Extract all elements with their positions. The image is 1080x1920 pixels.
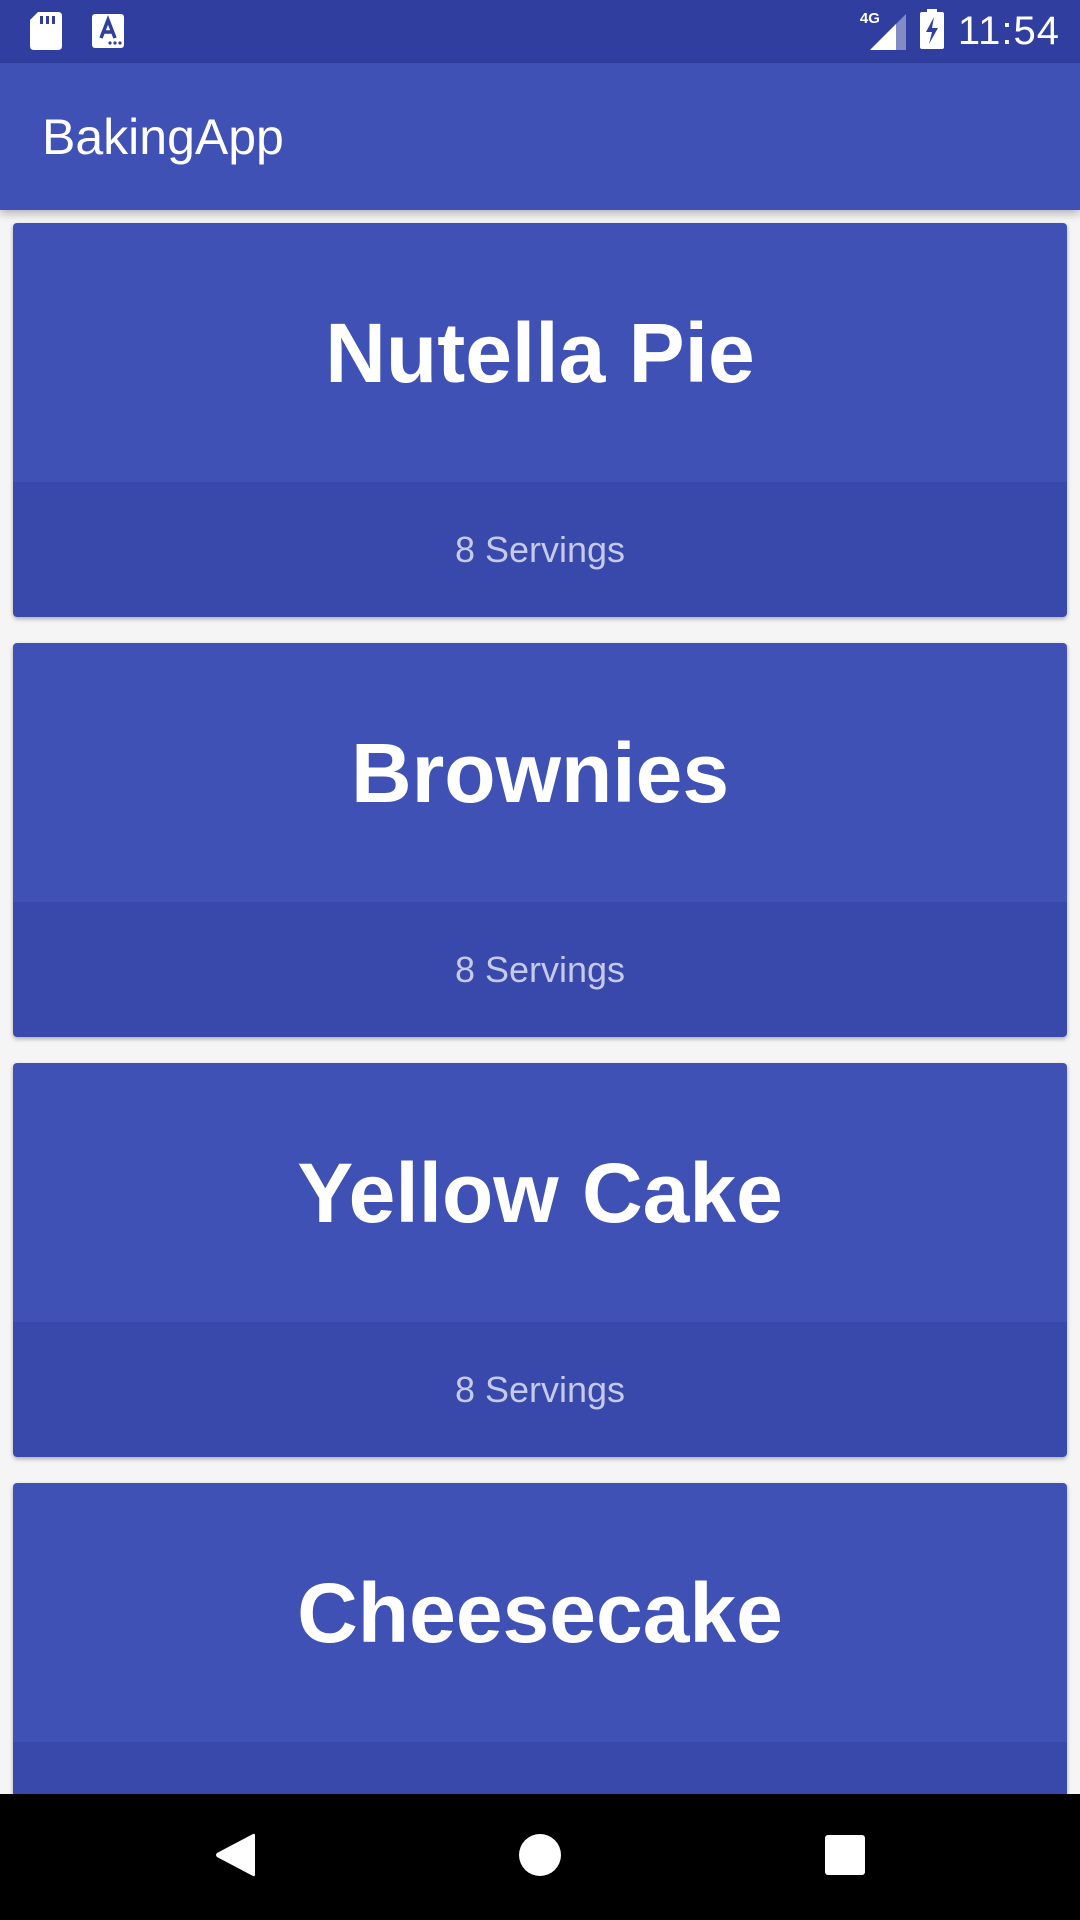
- back-icon: [213, 1831, 257, 1884]
- recipe-name: Cheesecake: [297, 1565, 783, 1660]
- recipe-card-header: Cheesecake: [13, 1483, 1067, 1742]
- status-bar: 4G 11:54: [0, 0, 1080, 63]
- app-title: BakingApp: [42, 109, 284, 165]
- back-button[interactable]: [205, 1827, 265, 1887]
- recipe-card[interactable]: Nutella Pie 8 Servings: [13, 223, 1067, 617]
- recipe-servings: 8 Servings: [454, 528, 626, 570]
- recipe-card[interactable]: Brownies 8 Servings: [13, 643, 1067, 1037]
- recipe-card-footer: 8 Servings: [13, 902, 1067, 1037]
- signal-icon: 4G: [859, 9, 906, 52]
- recipe-card-header: Yellow Cake: [13, 1063, 1067, 1322]
- recipe-card-header: Brownies: [13, 643, 1067, 902]
- recipe-card-footer: 8 Servings: [13, 482, 1067, 617]
- recipe-card-footer: [13, 1742, 1067, 1794]
- recipe-card-footer: 8 Servings: [13, 1322, 1067, 1457]
- recipe-name: Nutella Pie: [325, 305, 755, 400]
- recents-icon: [824, 1834, 866, 1881]
- home-button[interactable]: [510, 1827, 570, 1887]
- recipe-card-header: Nutella Pie: [13, 223, 1067, 482]
- recents-button[interactable]: [815, 1827, 875, 1887]
- home-icon: [517, 1832, 563, 1883]
- recipe-card[interactable]: Cheesecake: [13, 1483, 1067, 1794]
- app-notification-icon: [92, 14, 124, 53]
- status-time: 11:54: [957, 9, 1060, 53]
- notification-icons: [30, 12, 124, 55]
- recipe-list[interactable]: Nutella Pie 8 Servings Brownies 8 Servin…: [0, 210, 1080, 1794]
- navigation-bar: [0, 1794, 1080, 1920]
- app-bar: BakingApp: [0, 63, 1080, 210]
- recipe-card[interactable]: Yellow Cake 8 Servings: [13, 1063, 1067, 1457]
- recipe-name: Yellow Cake: [297, 1145, 783, 1240]
- recipe-name: Brownies: [350, 725, 730, 820]
- battery-charging-icon: [919, 9, 944, 54]
- system-icons: 4G 11:54: [860, 0, 1060, 63]
- recipe-servings: 8 Servings: [454, 948, 626, 990]
- recipe-servings: 8 Servings: [454, 1368, 626, 1410]
- network-type-label: 4G: [859, 9, 880, 27]
- sd-card-icon: [30, 12, 62, 55]
